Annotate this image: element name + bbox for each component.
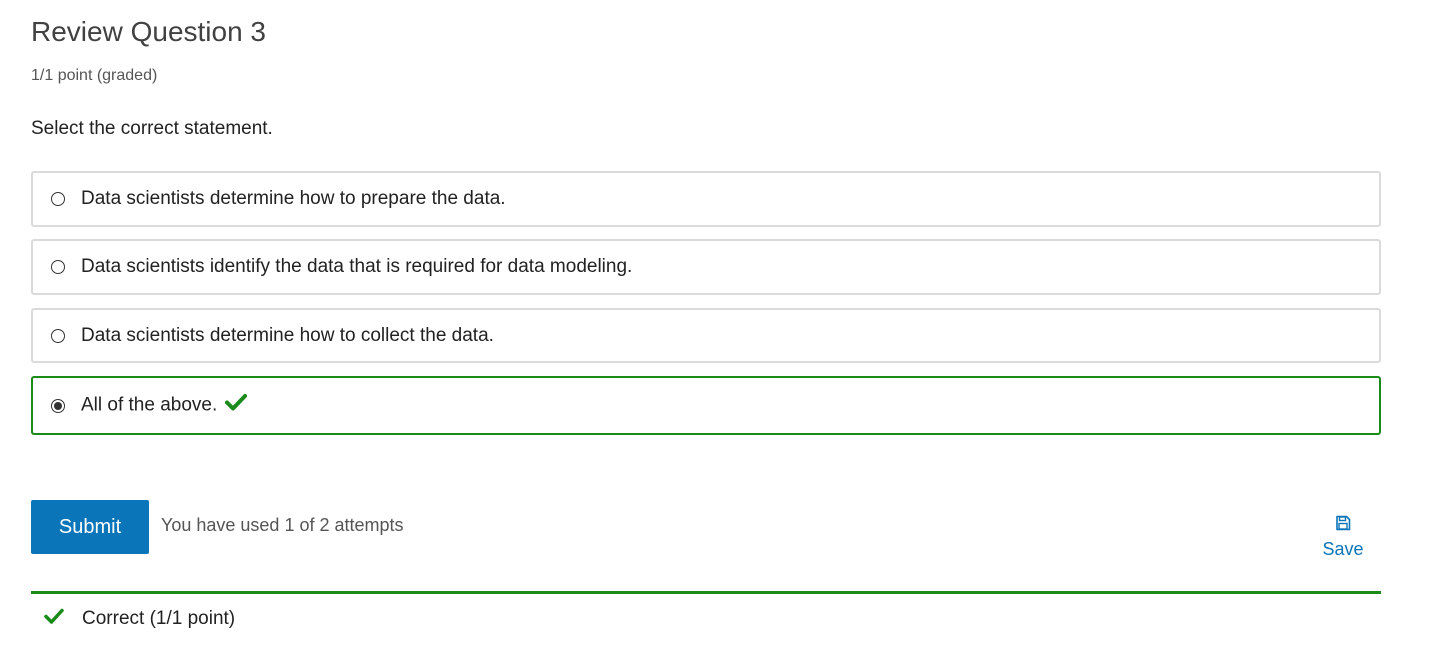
choice-label: Data scientists determine how to prepare… [81, 188, 506, 209]
choice-label: All of the above. [81, 393, 248, 418]
attempts-text: You have used 1 of 2 attempts [161, 515, 404, 535]
radio-button-selected[interactable] [51, 398, 65, 413]
feedback-divider [31, 591, 1381, 594]
floppy-disk-icon [1335, 515, 1351, 535]
save-label: Save [1322, 539, 1364, 559]
choice-option[interactable]: Data scientists determine how to prepare… [31, 171, 1381, 227]
choice-list: Data scientists determine how to prepare… [31, 171, 1381, 435]
feedback-text: Correct (1/1 point) [82, 608, 236, 629]
radio-button[interactable] [51, 328, 65, 343]
submit-button[interactable]: Submit [31, 500, 149, 554]
radio-button[interactable] [51, 192, 65, 206]
question-prompt: Select the correct statement. [31, 118, 273, 139]
choice-label: Data scientists determine how to collect… [81, 324, 494, 346]
checkmark-icon [225, 393, 248, 418]
checkmark-icon [44, 607, 64, 631]
choice-option[interactable]: Data scientists identify the data that i… [31, 239, 1381, 295]
feedback-message: Correct (1/1 point) [44, 607, 235, 631]
choice-label: Data scientists identify the data that i… [81, 256, 633, 277]
radio-button[interactable] [51, 260, 65, 274]
problem-points: 1/1 point (graded) [31, 67, 158, 84]
choice-option-correct[interactable]: All of the above. [31, 376, 1381, 435]
choice-option[interactable]: Data scientists determine how to collect… [31, 308, 1381, 363]
save-button[interactable]: Save [1318, 515, 1368, 560]
problem-container: Review Question 3 1/1 point (graded) Sel… [0, 0, 1445, 667]
choice-label-text: All of the above. [81, 394, 218, 416]
problem-title: Review Question 3 [31, 16, 267, 47]
